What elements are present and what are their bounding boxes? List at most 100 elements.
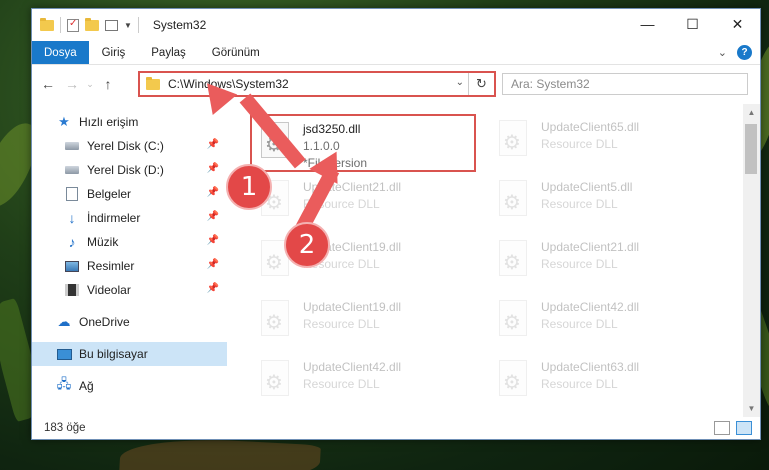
sidebar-item-label: İndirmeler [87, 211, 141, 225]
sidebar-item-label: Yerel Disk (C:) [87, 139, 164, 153]
tab-home[interactable]: Giriş [89, 41, 139, 64]
sidebar-item-label: Belgeler [87, 187, 132, 201]
dll-file-icon: ⚙ [495, 240, 531, 282]
file-type: Resource DLL [541, 257, 618, 271]
star-icon: ★ [58, 114, 70, 129]
title-bar: ▼ System32 — ☐ ✕ [32, 9, 760, 41]
scroll-thumb[interactable] [745, 124, 757, 174]
list-item[interactable]: ⚙ UpdateClient42.dll Resource DLL [491, 294, 721, 350]
new-folder-icon[interactable] [85, 17, 99, 31]
list-item[interactable]: ⚙ UpdateClient21.dll Resource DLL [491, 234, 721, 290]
close-button[interactable]: ✕ [715, 9, 760, 39]
maximize-button[interactable]: ☐ [670, 9, 715, 39]
videos-icon [64, 283, 80, 297]
large-icons-view-icon[interactable] [736, 421, 752, 435]
tab-share[interactable]: Paylaş [138, 41, 199, 64]
sidebar-item-disk-c[interactable]: Yerel Disk (C:) 📌 [32, 134, 227, 158]
pin-icon[interactable]: 📌 [207, 235, 219, 246]
documents-icon [64, 187, 80, 201]
sidebar-item-network[interactable]: 🖧 Ağ [32, 374, 227, 398]
sidebar-item-label: Hızlı erişim [79, 115, 139, 129]
dll-file-icon: ⚙ [495, 360, 531, 402]
sidebar-item-quick-access[interactable]: ★ Hızlı erişim [32, 110, 227, 134]
navigation-pane: ★ Hızlı erişim Yerel Disk (C:) 📌 Yerel D… [32, 104, 227, 417]
sidebar-item-this-pc[interactable]: Bu bilgisayar [32, 342, 227, 366]
pictures-icon [64, 259, 80, 273]
list-item[interactable]: ⚙ UpdateClient42.dll Resource DLL [253, 354, 483, 410]
ribbon-tabs: Dosya Giriş Paylaş Görünüm ⌄ ? [32, 41, 760, 65]
computer-icon [56, 347, 72, 361]
tab-file[interactable]: Dosya [32, 41, 89, 64]
customize-icon[interactable] [105, 19, 118, 31]
help-icon[interactable]: ? [737, 45, 752, 60]
refresh-icon[interactable]: ↻ [468, 73, 494, 95]
file-type: Resource DLL [303, 317, 380, 331]
divider [137, 17, 139, 33]
sidebar-item-label: Bu bilgisayar [79, 347, 148, 361]
window-title: System32 [152, 18, 207, 32]
tab-view[interactable]: Görünüm [199, 41, 273, 64]
list-item[interactable]: ⚙ UpdateClient5.dll Resource DLL [491, 174, 721, 230]
recent-dropdown-icon[interactable]: ⌄ [84, 79, 96, 90]
sidebar-item-disk-d[interactable]: Yerel Disk (D:) 📌 [32, 158, 227, 182]
sidebar-item-label: Ağ [79, 379, 94, 393]
file-type: Resource DLL [541, 377, 618, 391]
cloud-icon: ☁ [57, 314, 71, 329]
scroll-up-icon[interactable]: ▲ [743, 104, 760, 121]
details-view-icon[interactable] [714, 421, 730, 435]
forward-arrow-icon[interactable]: → [60, 76, 84, 92]
list-item[interactable]: ⚙ UpdateClient21.dll Resource DLL [253, 174, 483, 230]
dll-file-icon: ⚙ [257, 360, 293, 402]
search-placeholder: Ara: System32 [511, 77, 590, 91]
pin-icon[interactable]: 📌 [207, 163, 219, 174]
back-arrow-icon[interactable]: ← [36, 76, 60, 92]
drive-icon [64, 139, 80, 153]
vertical-scrollbar[interactable]: ▲ ▼ [743, 104, 760, 417]
pin-icon[interactable]: 📌 [207, 211, 219, 222]
sidebar-item-documents[interactable]: Belgeler 📌 [32, 182, 227, 206]
pin-icon[interactable]: 📌 [207, 283, 219, 294]
file-type: Resource DLL [541, 137, 618, 151]
pin-icon[interactable]: 📌 [207, 139, 219, 150]
list-item[interactable]: ⚙ UpdateClient63.dll Resource DLL [491, 354, 721, 410]
item-count: 183 öğe [44, 422, 86, 434]
minimize-button[interactable]: — [625, 9, 670, 39]
status-bar: 183 öğe [32, 417, 760, 439]
dll-file-icon: ⚙ [495, 300, 531, 342]
list-item[interactable]: ⚙ UpdateClient65.dll Resource DLL [491, 114, 721, 170]
address-bar[interactable]: C:\Windows\System32 ⌄ ↻ [138, 71, 496, 97]
dll-file-icon: ⚙ [495, 120, 531, 162]
sidebar-item-onedrive[interactable]: ☁ OneDrive [32, 310, 227, 334]
navigation-bar: ← → ⌄ ↑ C:\Windows\System32 ⌄ ↻ Ara: Sys… [32, 65, 760, 103]
properties-icon[interactable] [67, 18, 79, 32]
up-arrow-icon[interactable]: ↑ [96, 76, 120, 92]
file-name: UpdateClient65.dll [541, 120, 640, 134]
sidebar-item-label: OneDrive [79, 315, 130, 329]
music-icon: ♪ [68, 234, 76, 250]
sidebar-item-downloads[interactable]: ↓ İndirmeler 📌 [32, 206, 227, 230]
list-item[interactable]: ⚙ UpdateClient19.dll Resource DLL [253, 294, 483, 350]
file-name: UpdateClient21.dll [541, 240, 640, 254]
file-type: Resource DLL [541, 197, 618, 211]
downloads-icon: ↓ [68, 210, 76, 226]
file-name: UpdateClient42.dll [541, 300, 640, 314]
chevron-down-icon[interactable]: ▼ [124, 21, 132, 30]
sidebar-item-videos[interactable]: Videolar 📌 [32, 278, 227, 302]
file-type: Resource DLL [541, 317, 618, 331]
pin-icon[interactable]: 📌 [207, 259, 219, 270]
sidebar-item-pictures[interactable]: Resimler 📌 [32, 254, 227, 278]
scroll-down-icon[interactable]: ▼ [743, 400, 760, 417]
callout-badge-2: 2 [284, 222, 330, 268]
chevron-down-icon[interactable]: ⌄ [456, 77, 464, 88]
search-input[interactable]: Ara: System32 [502, 73, 748, 95]
sidebar-item-label: Videolar [87, 283, 131, 297]
expand-ribbon-icon[interactable]: ⌄ [718, 46, 727, 59]
sidebar-item-label: Müzik [87, 235, 119, 249]
folder-icon [146, 76, 160, 90]
dll-file-icon: ⚙ [495, 180, 531, 222]
pin-icon[interactable]: 📌 [207, 187, 219, 198]
callout-badge-1: 1 [226, 164, 272, 210]
file-name: UpdateClient42.dll [303, 360, 402, 374]
sidebar-item-music[interactable]: ♪ Müzik 📌 [32, 230, 227, 254]
sidebar-item-label: Yerel Disk (D:) [87, 163, 164, 177]
